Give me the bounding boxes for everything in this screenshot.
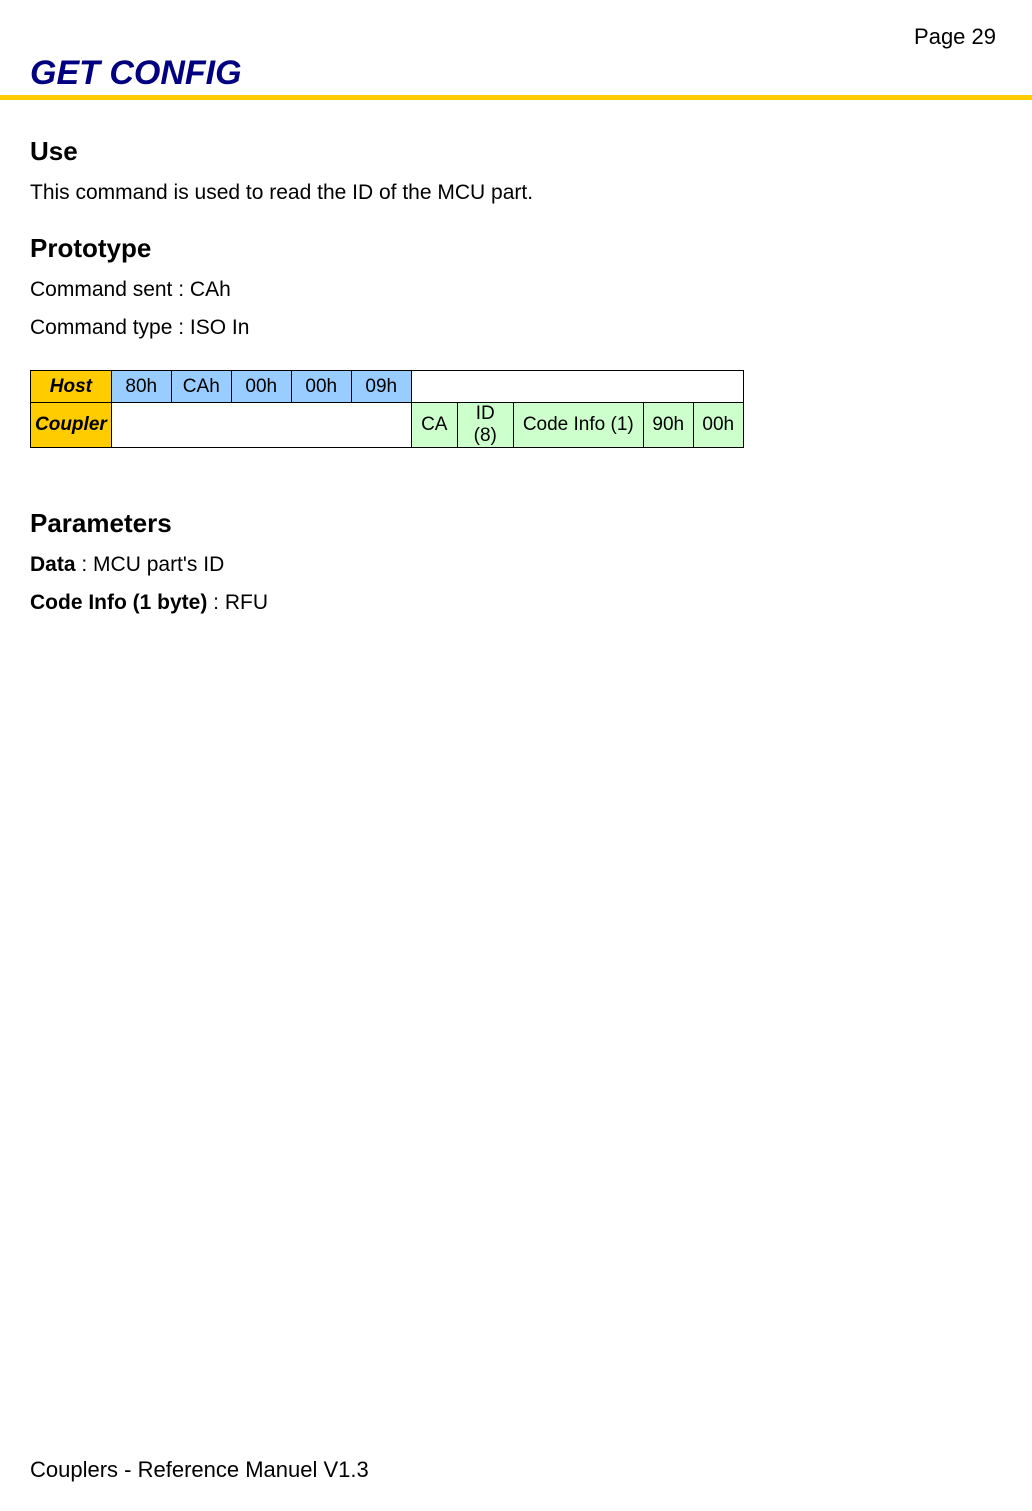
page-title: GET CONFIG <box>30 54 1002 93</box>
prototype-command-type: Command type : ISO In <box>30 316 1002 340</box>
parameter-data-label: Data <box>30 553 76 576</box>
coupler-row-label: Coupler <box>31 403 112 448</box>
parameter-data: Data : MCU part's ID <box>30 553 1002 577</box>
use-description: This command is used to read the ID of t… <box>30 181 1002 205</box>
host-blank-area <box>411 371 743 403</box>
parameter-code-label: Code Info (1 byte) <box>30 591 207 614</box>
parameter-data-value: MCU part's ID <box>93 553 224 576</box>
parameter-code-value: RFU <box>225 591 268 614</box>
parameter-code-info: Code Info (1 byte) : RFU <box>30 591 1002 615</box>
host-cell: 80h <box>111 371 171 403</box>
coupler-cell: 00h <box>693 403 743 448</box>
protocol-table: Host 80h CAh 00h 00h 09h Coupler CA ID (… <box>30 370 744 448</box>
host-cell: 09h <box>351 371 411 403</box>
host-row-label: Host <box>31 371 112 403</box>
host-cell: 00h <box>231 371 291 403</box>
coupler-blank-area <box>111 403 411 448</box>
section-parameters-heading: Parameters <box>30 508 1002 539</box>
coupler-cell: Code Info (1) <box>513 403 643 448</box>
section-use-heading: Use <box>30 136 1002 167</box>
page-number: Page 29 <box>914 24 996 50</box>
table-row: Coupler CA ID (8) Code Info (1) 90h 00h <box>31 403 744 448</box>
host-cell: CAh <box>171 371 231 403</box>
prototype-command-sent: Command sent : CAh <box>30 278 1002 302</box>
parameter-code-sep: : <box>207 591 225 614</box>
coupler-cell: 90h <box>643 403 693 448</box>
footer-text: Couplers - Reference Manuel V1.3 <box>30 1457 369 1483</box>
coupler-cell: ID (8) <box>457 403 513 448</box>
host-cell: 00h <box>291 371 351 403</box>
section-prototype-heading: Prototype <box>30 233 1002 264</box>
parameter-data-sep: : <box>76 553 94 576</box>
title-separator <box>0 95 1032 100</box>
page: Page 29 GET CONFIG Use This command is u… <box>0 0 1032 1511</box>
coupler-cell: CA <box>411 403 457 448</box>
table-row: Host 80h CAh 00h 00h 09h <box>31 371 744 403</box>
